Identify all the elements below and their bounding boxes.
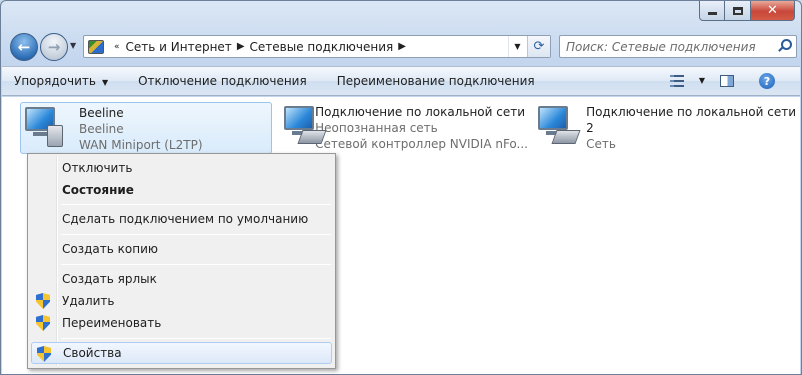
connection-name-line2: 2	[586, 121, 594, 135]
connection-status: Неопознанная сеть	[315, 121, 438, 135]
explorer-window: ✕ ← → ▼ « Сеть и Интернет ▶ Сетевые подк…	[0, 0, 802, 375]
menu-item-properties[interactable]: Свойства	[31, 342, 332, 364]
views-chevron-down-icon[interactable]: ▼	[699, 76, 705, 85]
connection-item-lan[interactable]: Подключение по локальной сети Неопознанн…	[280, 102, 528, 154]
address-bar[interactable]: « Сеть и Интернет ▶ Сетевые подключения …	[83, 35, 551, 58]
uac-shield-icon	[36, 293, 50, 309]
connection-device: WAN Miniport (L2TP)	[79, 138, 203, 152]
refresh-icon: ⟳	[533, 39, 545, 54]
forward-arrow-icon: →	[47, 38, 61, 56]
menu-item-status[interactable]: Состояние	[31, 179, 332, 201]
search-input[interactable]: Поиск: Сетевые подключения	[559, 35, 797, 58]
views-icon	[670, 75, 684, 87]
menu-item-label: Отключить	[62, 161, 133, 175]
connection-item-beeline[interactable]: Beeline Beeline WAN Miniport (L2TP)	[20, 102, 272, 154]
recent-pages-chevron-down-icon[interactable]: ▼	[70, 41, 76, 50]
menu-item-label: Сделать подключением по умолчанию	[62, 212, 309, 226]
lan-connection-icon	[280, 102, 327, 150]
chevron-down-icon: ▼	[101, 78, 109, 87]
back-arrow-icon: ←	[17, 38, 31, 56]
help-icon: ?	[759, 73, 775, 89]
connection-name: Beeline	[79, 106, 124, 120]
back-button[interactable]: ←	[10, 33, 38, 61]
maximize-icon	[732, 6, 743, 15]
vpn-connection-icon	[21, 103, 73, 151]
menu-item-label: Переименовать	[62, 316, 162, 330]
change-view-button[interactable]	[666, 72, 688, 90]
menu-item-disconnect[interactable]: Отключить	[31, 157, 332, 179]
preview-pane-button[interactable]	[716, 72, 738, 90]
menu-separator	[61, 338, 331, 339]
menu-item-label: Создать ярлык	[62, 272, 157, 286]
organize-label: Упорядочить	[14, 74, 96, 88]
connection-status: Beeline	[79, 122, 124, 136]
forward-button[interactable]: →	[40, 33, 68, 61]
uac-shield-icon	[36, 315, 50, 331]
breadcrumb-network-connections[interactable]: Сетевые подключения	[250, 40, 394, 54]
overflow-chevron-icon[interactable]: «	[114, 42, 120, 52]
search-placeholder: Поиск: Сетевые подключения	[566, 39, 756, 54]
connection-device: Сетевой контроллер NVIDIA nFo...	[315, 137, 528, 151]
address-history-chevron-down-icon[interactable]: ▼	[508, 36, 526, 57]
connection-status: Сеть	[586, 137, 616, 151]
minimize-icon	[707, 12, 717, 15]
chevron-right-icon[interactable]: ▶	[398, 41, 406, 52]
connection-name: Подключение по локальной сети	[315, 105, 526, 119]
close-button[interactable]: ✕	[751, 1, 795, 21]
minimize-button[interactable]	[699, 1, 725, 21]
help-button[interactable]: ?	[756, 72, 778, 90]
command-bar: Упорядочить ▼ Отключение подключения Пере…	[2, 66, 800, 96]
menu-item-label: Свойства	[63, 346, 122, 360]
menu-item-delete[interactable]: Удалить	[31, 290, 332, 312]
menu-item-create-copy[interactable]: Создать копию	[31, 238, 332, 260]
connection-name: Подключение по локальной сети	[586, 105, 796, 119]
context-menu: Отключить Состояние Сделать подключением…	[27, 153, 336, 369]
control-panel-icon	[88, 39, 104, 54]
menu-item-rename[interactable]: Переименовать	[31, 312, 332, 334]
lan-connection-icon	[534, 102, 581, 150]
menu-separator	[61, 264, 331, 265]
menu-item-set-default[interactable]: Сделать подключением по умолчанию	[31, 208, 332, 230]
close-icon: ✕	[767, 3, 778, 18]
menu-separator	[61, 234, 331, 235]
connection-item-lan-2[interactable]: Подключение по локальной сети 2 Сеть	[534, 102, 796, 154]
search-icon[interactable]	[777, 39, 792, 53]
menu-separator	[61, 204, 331, 205]
caption-buttons: ✕	[699, 1, 795, 21]
breadcrumb-network-internet[interactable]: Сеть и Интернет	[126, 40, 232, 54]
maximize-button[interactable]	[725, 1, 751, 21]
refresh-button[interactable]: ⟳	[527, 36, 550, 57]
navigation-row: ← → ▼ « Сеть и Интернет ▶ Сетевые подклю…	[7, 31, 797, 61]
rename-connection-button[interactable]: Переименование подключения	[337, 74, 535, 88]
uac-shield-icon	[37, 346, 51, 362]
breadcrumb: « Сеть и Интернет ▶ Сетевые подключения …	[108, 36, 411, 57]
preview-pane-icon	[720, 75, 734, 87]
menu-item-label: Состояние	[62, 183, 134, 197]
organize-button[interactable]: Упорядочить ▼	[14, 74, 108, 88]
menu-item-label: Удалить	[62, 294, 115, 308]
chevron-right-icon[interactable]: ▶	[237, 41, 245, 52]
menu-item-label: Создать копию	[62, 242, 158, 256]
disconnect-button[interactable]: Отключение подключения	[138, 74, 307, 88]
menu-item-create-shortcut[interactable]: Создать ярлык	[31, 268, 332, 290]
